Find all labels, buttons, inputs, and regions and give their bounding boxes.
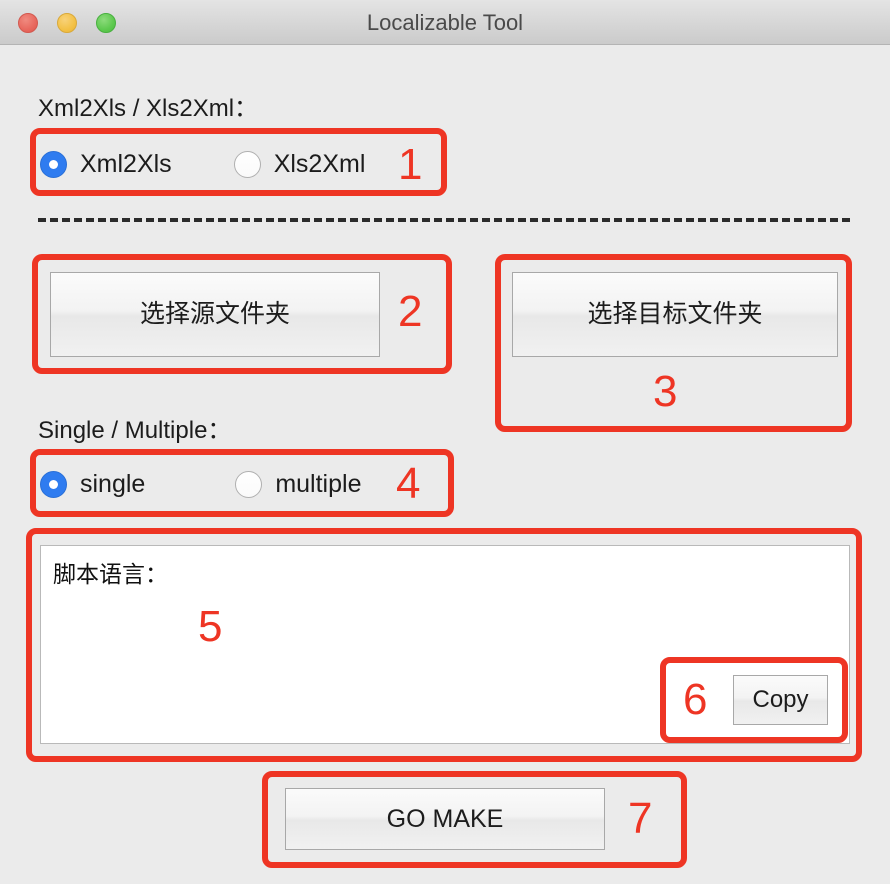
single-multiple-radio-group[interactable]: single multiple [40, 470, 361, 499]
radio-selected-icon[interactable] [40, 151, 67, 178]
single-multiple-label: Single / Multiple： [38, 417, 232, 444]
copy-button[interactable]: Copy [733, 675, 828, 725]
annotation-number-2: 2 [398, 287, 423, 336]
radio-selected-icon[interactable] [40, 471, 67, 498]
select-target-folder-button[interactable]: 选择目标文件夹 [512, 272, 838, 357]
select-source-folder-button[interactable]: 选择源文件夹 [50, 272, 380, 357]
radio-xls2xml[interactable]: Xls2Xml [233, 150, 366, 179]
script-output-text: 脚本语言： [53, 561, 168, 587]
radio-xml2xls-label: Xml2Xls [80, 150, 172, 178]
radio-multiple[interactable]: multiple [235, 470, 361, 499]
script-output-textarea[interactable]: 脚本语言： [40, 545, 850, 744]
radio-single-label: single [80, 470, 146, 498]
convert-mode-radio-group[interactable]: Xml2Xls Xls2Xml [40, 150, 365, 179]
radio-xls2xml-label: Xls2Xml [273, 150, 366, 178]
localizable-tool-window: Localizable Tool Xml2Xls / Xls2Xml： Xml2… [0, 0, 890, 884]
section-divider [38, 218, 850, 222]
go-make-button[interactable]: GO MAKE [285, 788, 605, 850]
radio-multiple-label: multiple [275, 470, 362, 498]
window-titlebar: Localizable Tool [0, 0, 890, 45]
annotation-number-3: 3 [653, 367, 678, 416]
convert-mode-label: Xml2Xls / Xls2Xml： [38, 95, 259, 122]
annotation-number-7: 7 [628, 794, 653, 843]
annotation-number-4: 4 [396, 459, 421, 508]
radio-single[interactable]: single [40, 470, 145, 499]
radio-unselected-icon[interactable] [235, 471, 263, 498]
window-title: Localizable Tool [366, 10, 524, 35]
radio-xml2xls[interactable]: Xml2Xls [40, 150, 172, 179]
annotation-number-1: 1 [398, 140, 423, 189]
radio-unselected-icon[interactable] [233, 151, 261, 178]
